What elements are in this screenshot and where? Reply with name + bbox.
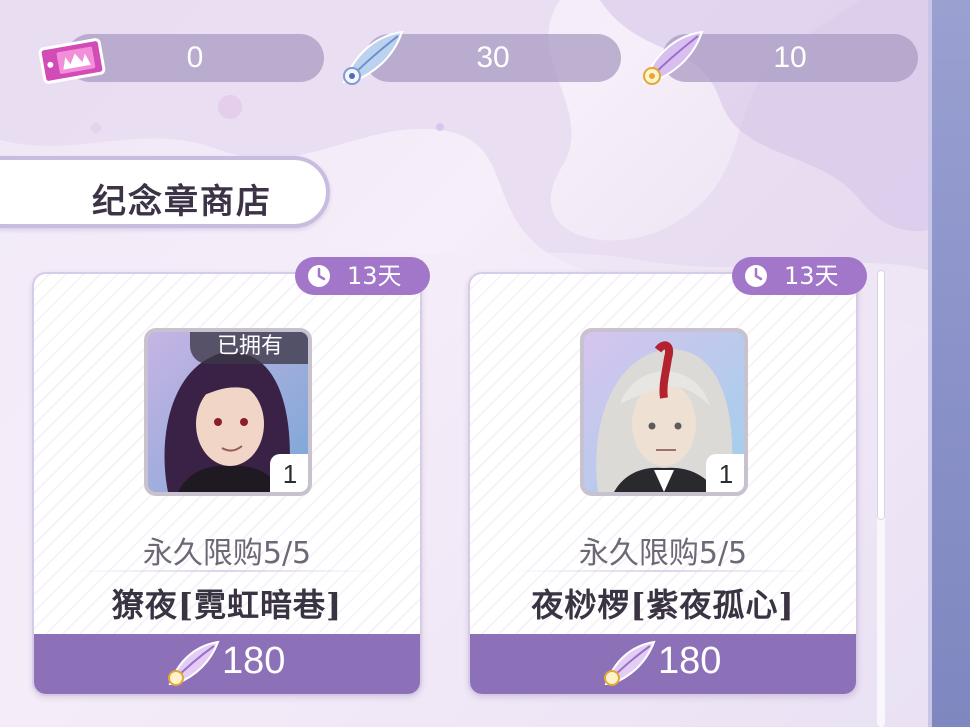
item-name: 獠夜[霓虹暗巷] <box>111 586 343 624</box>
page-title: 纪念章商店 <box>92 182 272 222</box>
shop-item-card-1[interactable]: 已拥有 1 永久限购5/5 獠夜[霓虹暗巷] 180 <box>32 272 422 696</box>
item-portrait: 已拥有 1 <box>144 328 312 496</box>
purple-feather-icon <box>642 30 704 85</box>
buy-button[interactable]: 180 <box>470 634 856 694</box>
scrollbar[interactable] <box>877 270 885 727</box>
divider <box>510 570 816 572</box>
item-price: 180 <box>222 640 286 682</box>
time-remaining-badge: 13天 <box>732 257 867 295</box>
ticket-icon <box>38 38 106 84</box>
owned-badge: 已拥有 <box>190 332 308 364</box>
scrollbar-thumb[interactable] <box>877 270 885 520</box>
item-price: 180 <box>658 640 722 682</box>
time-remaining-text: 13天 <box>347 262 402 290</box>
item-portrait: 1 <box>580 328 748 496</box>
shop-item-card-2[interactable]: 1 永久限购5/5 夜桫椤[紫夜孤心] 180 <box>468 272 858 696</box>
purchase-limit: 永久限购5/5 <box>142 536 312 571</box>
time-remaining-badge: 13天 <box>295 257 430 295</box>
time-remaining-text: 13天 <box>784 262 839 290</box>
side-panel-edge <box>928 0 970 727</box>
clock-icon <box>745 265 767 287</box>
clock-icon <box>308 265 330 287</box>
item-quantity: 1 <box>706 454 744 492</box>
blue-feather-icon <box>342 30 404 85</box>
purchase-limit: 永久限购5/5 <box>578 536 748 571</box>
divider <box>74 570 380 572</box>
buy-button[interactable]: 180 <box>34 634 420 694</box>
purple-feather-icon <box>168 640 220 686</box>
shop-title-banner: 纪念章商店 <box>0 156 330 228</box>
item-name: 夜桫椤[紫夜孤心] <box>531 586 795 624</box>
purple-feather-icon <box>604 640 656 686</box>
item-quantity: 1 <box>270 454 308 492</box>
